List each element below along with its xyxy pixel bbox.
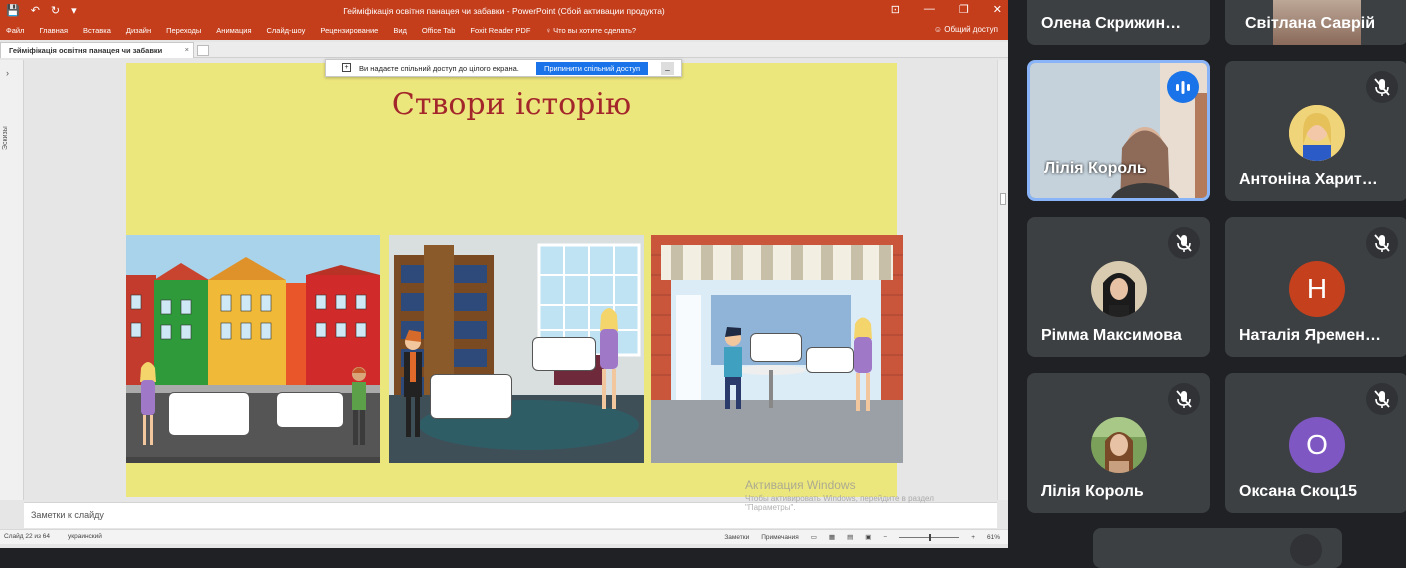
screen-share-icon: +	[342, 63, 351, 72]
participant-name: Оксана Скоц15	[1239, 483, 1357, 500]
ribbon-options-icon[interactable]: ⊡	[891, 3, 900, 16]
avatar	[1091, 261, 1147, 317]
document-tab-label: Гейміфікація освітня панацея чи забавки	[9, 46, 163, 55]
mic-off-icon	[1366, 71, 1398, 103]
zoom-out-icon[interactable]: −	[883, 534, 887, 541]
participant-tile[interactable]: Рімма Максимова	[1027, 217, 1210, 357]
reading-view-icon[interactable]: ▤	[847, 533, 853, 541]
tab-home[interactable]: Главная	[39, 26, 68, 35]
close-button[interactable]: ✕	[993, 3, 1002, 16]
speech-bubble[interactable]	[532, 337, 596, 371]
window-controls: ⊡ — ❐ ✕	[891, 3, 1002, 16]
participant-name: Наталія Яремен…	[1239, 327, 1381, 344]
mic-off-icon	[1168, 227, 1200, 259]
comic-scene-cafe	[651, 235, 903, 463]
slideshow-view-icon[interactable]: ▣	[865, 533, 871, 541]
zoom-level[interactable]: 61%	[987, 534, 1000, 541]
comic-scene-library	[389, 235, 644, 463]
ribbon-tabs: Файл Главная Вставка Дизайн Переходы Ани…	[0, 22, 1008, 40]
hide-notice-button[interactable]: _	[661, 62, 674, 75]
tab-design[interactable]: Дизайн	[126, 26, 151, 35]
participant-tile[interactable]: Лілія Король	[1027, 373, 1210, 513]
avatar-initial: Н	[1306, 273, 1328, 304]
document-tab[interactable]: Гейміфікація освітня панацея чи забавки …	[0, 42, 194, 58]
document-tab-strip: Гейміфікація освітня панацея чи забавки …	[0, 42, 1008, 58]
participant-tile[interactable]: Лілія Король	[1027, 60, 1210, 201]
comic-scene-street	[126, 235, 380, 463]
thumbnails-label: Эскизы	[2, 126, 9, 150]
title-bar: 💾 ↶ ↻ ▾ Гейміфікація освітня панацея чи …	[0, 0, 1008, 22]
expand-panel-icon[interactable]: ›	[6, 68, 9, 78]
tab-view[interactable]: Вид	[393, 26, 407, 35]
mic-off-icon	[1366, 227, 1398, 259]
notes-placeholder: Заметки к слайду	[31, 510, 104, 520]
avatar: О	[1289, 417, 1345, 473]
activation-subtitle: Чтобы активировать Windows, перейдите в …	[745, 494, 934, 512]
speech-bubble[interactable]	[750, 333, 802, 362]
speech-bubble[interactable]	[430, 374, 512, 419]
speech-bubble[interactable]	[276, 392, 344, 428]
participant-tile[interactable]: Олена Скрижин…	[1027, 0, 1210, 45]
mic-off-icon	[1168, 383, 1200, 415]
participant-name: Антоніна Харит…	[1239, 171, 1378, 188]
participant-name: Лілія Король	[1041, 483, 1144, 500]
avatar	[1091, 417, 1147, 473]
participant-tile[interactable]: О Оксана Скоц15	[1225, 373, 1406, 513]
tab-review[interactable]: Рецензирование	[320, 26, 378, 35]
share-button-label: Общий доступ	[944, 25, 998, 34]
activation-title: Активация Windows	[745, 478, 856, 492]
tab-insert[interactable]: Вставка	[83, 26, 111, 35]
mic-off-icon	[1366, 383, 1398, 415]
mic-off-icon	[1290, 534, 1322, 566]
participant-name: Лілія Король	[1044, 160, 1147, 177]
speech-bubble[interactable]	[806, 347, 854, 373]
zoom-in-icon[interactable]: +	[971, 534, 975, 541]
language-indicator[interactable]: украинский	[68, 533, 102, 540]
restore-button[interactable]: ❐	[959, 3, 969, 16]
person-icon: ☺	[933, 25, 945, 34]
tab-animations[interactable]: Анимация	[216, 26, 251, 35]
screen-share-text: Ви надаєте спільний доступ до цілого екр…	[359, 64, 519, 73]
speaking-indicator-icon	[1167, 71, 1199, 103]
normal-view-icon[interactable]: ▭	[811, 533, 817, 541]
speech-bubble[interactable]	[168, 392, 250, 436]
zoom-slider[interactable]	[899, 533, 960, 541]
participant-name: Рімма Максимова	[1041, 327, 1182, 344]
slide-title[interactable]: Створи історію	[126, 87, 897, 122]
participant-tile[interactable]: Н Наталія Яремен…	[1225, 217, 1406, 357]
slide-counter: Слайд 22 из 64	[4, 533, 51, 540]
scrollbar-thumb[interactable]	[1000, 193, 1006, 205]
window-title: Гейміфікація освітня панацея чи забавки …	[343, 6, 665, 16]
avatar	[1289, 105, 1345, 161]
sorter-view-icon[interactable]: ▦	[829, 533, 835, 541]
windows-activation-watermark: Активация Windows Чтобы активировать Win…	[745, 478, 985, 512]
close-tab-icon[interactable]: ×	[185, 45, 189, 54]
thumbnails-panel: › Эскизы	[0, 60, 24, 500]
participant-name: Світлана Саврій	[1245, 15, 1376, 32]
tab-transitions[interactable]: Переходы	[166, 26, 201, 35]
screen-share-notice: + Ви надаєте спільний доступ до цілого е…	[325, 59, 682, 77]
tell-me-search[interactable]: ♀ Что вы хотите сделать?	[545, 26, 636, 35]
tab-office-tab[interactable]: Office Tab	[422, 26, 456, 35]
participant-name: Олена Скрижин…	[1041, 15, 1182, 32]
vertical-scrollbar[interactable]	[997, 60, 1008, 500]
status-bar: Слайд 22 из 64 украинский Заметки Примеч…	[0, 529, 1008, 544]
participant-tile[interactable]	[1093, 528, 1342, 568]
avatar: Н	[1289, 261, 1345, 317]
notes-toggle[interactable]: Заметки	[724, 534, 749, 541]
participant-tile[interactable]: Антоніна Харит…	[1225, 61, 1406, 201]
participant-tile[interactable]: Світлана Саврій	[1225, 0, 1406, 45]
new-tab-button[interactable]	[197, 45, 209, 56]
share-button[interactable]: ☺ Общий доступ	[934, 25, 998, 34]
minimize-button[interactable]: —	[924, 3, 935, 16]
stop-sharing-button[interactable]: Припинити спільний доступ	[536, 62, 648, 75]
tab-file[interactable]: Файл	[6, 26, 24, 35]
avatar-initial: О	[1306, 429, 1328, 460]
powerpoint-window: 💾 ↶ ↻ ▾ Гейміфікація освітня панацея чи …	[0, 0, 1008, 548]
comments-toggle[interactable]: Примечания	[761, 534, 799, 541]
tab-foxit[interactable]: Foxit Reader PDF	[470, 26, 530, 35]
tab-slideshow[interactable]: Слайд-шоу	[267, 26, 306, 35]
